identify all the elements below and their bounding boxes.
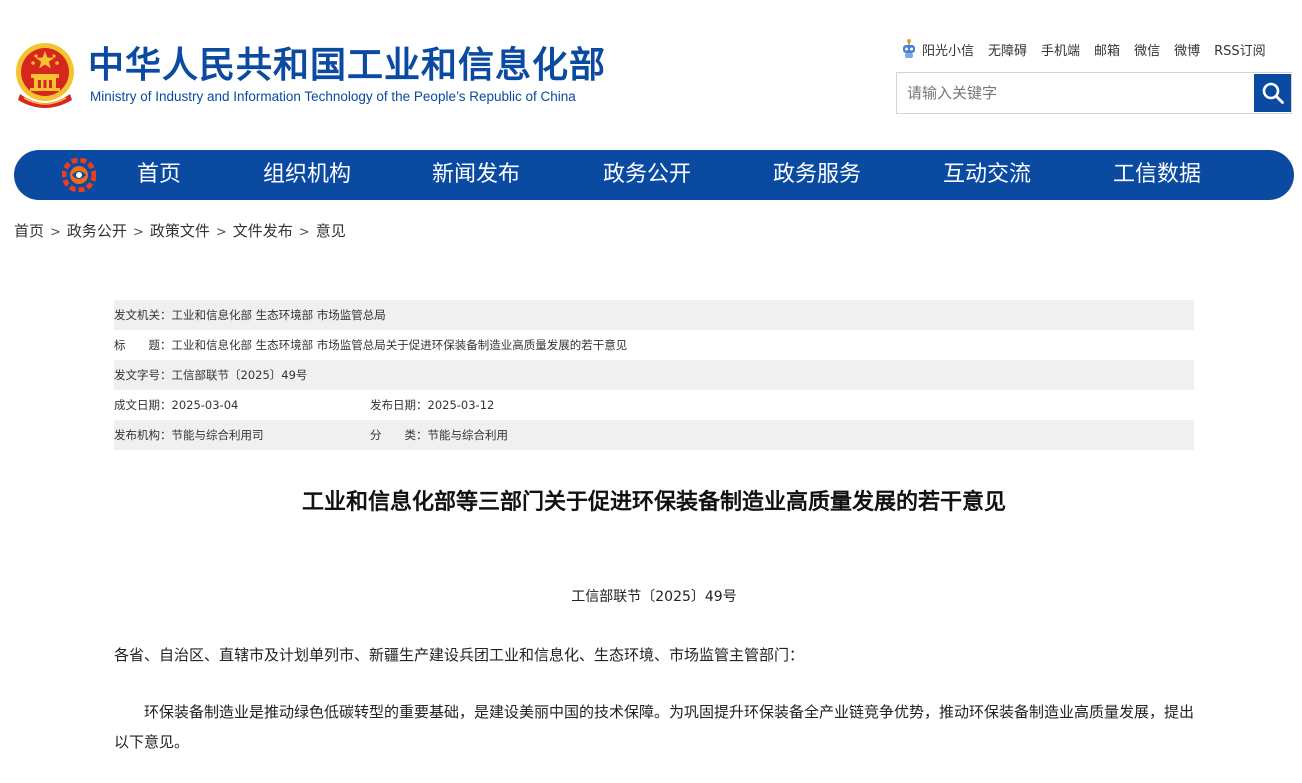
breadcrumb-opinions[interactable]: 意见 <box>316 222 346 240</box>
issuer-label: 发文机关： <box>114 308 172 322</box>
main-nav: 首页 组织机构 新闻发布 政务公开 政务服务 互动交流 工信数据 <box>14 150 1294 200</box>
robot-icon <box>903 39 915 58</box>
quick-link-wechat[interactable]: 微信 <box>1134 40 1160 59</box>
nav-home[interactable]: 首页 <box>137 150 181 200</box>
document-info-table: 发文机关：工业和信息化部 生态环境部 市场监管总局 标 题：工业和信息化部 生态… <box>114 300 1194 450</box>
article-intro-paragraph: 环保装备制造业是推动绿色低碳转型的重要基础，是建设美丽中国的技术保障。为巩固提升… <box>114 703 1195 751</box>
national-emblem-icon <box>16 43 74 108</box>
category-label: 分 类： <box>370 428 428 442</box>
article-title: 工业和信息化部等三部门关于促进环保装备制造业高质量发展的若干意见 <box>301 490 1006 515</box>
nav-interaction[interactable]: 互动交流 <box>943 150 1031 200</box>
info-row-dates: 成文日期：2025-03-04 发布日期：2025-03-12 <box>114 390 1194 420</box>
created-date-label: 成文日期： <box>114 398 172 412</box>
quick-link-mobile[interactable]: 手机端 <box>1041 40 1080 59</box>
category-value: 节能与综合利用 <box>427 428 509 442</box>
site-subtitle: Ministry of Industry and Information Tec… <box>90 89 576 104</box>
search-box <box>896 72 1292 114</box>
title-label: 标 题： <box>114 338 172 352</box>
site-header: 中华人民共和国工业和信息化部 Ministry of Industry and … <box>0 0 1302 150</box>
article-doc-number: 工信部联节〔2025〕49号 <box>571 589 737 605</box>
search-icon <box>1262 82 1284 104</box>
quick-links: 阳光小信 无障碍 手机端 邮箱 微信 微博 RSS订阅 <box>900 38 1266 60</box>
breadcrumb-separator: > <box>132 225 144 240</box>
nav-government-services[interactable]: 政务服务 <box>773 150 861 200</box>
published-date-value: 2025-03-12 <box>427 398 495 412</box>
nav-news[interactable]: 新闻发布 <box>432 150 520 200</box>
issuer-value: 工业和信息化部 生态环境部 市场监管总局 <box>171 308 386 322</box>
nav-organization[interactable]: 组织机构 <box>263 150 351 200</box>
created-date-value: 2025-03-04 <box>171 398 239 412</box>
info-row-title: 标 题：工业和信息化部 生态环境部 市场监管总局关于促进环保装备制造业高质量发展… <box>114 330 1194 360</box>
breadcrumb-home[interactable]: 首页 <box>14 222 44 240</box>
agency-value: 节能与综合利用司 <box>171 428 264 442</box>
breadcrumb-government-affairs[interactable]: 政务公开 <box>67 222 127 240</box>
doc-number-value: 工信部联节〔2025〕49号 <box>171 368 308 382</box>
breadcrumb-separator: > <box>215 225 227 240</box>
breadcrumb-separator: > <box>50 225 61 240</box>
breadcrumb-file-release[interactable]: 文件发布 <box>233 222 293 240</box>
article-addressee: 各省、自治区、直辖市及计划单列市、新疆生产建设兵团工业和信息化、生态环境、市场监… <box>114 646 805 664</box>
doc-number-label: 发文字号： <box>114 368 172 382</box>
breadcrumb: 首页 > 政务公开 > 政策文件 > 文件发布 > 意见 <box>14 220 346 241</box>
info-row-doc-number: 发文字号：工信部联节〔2025〕49号 <box>114 360 1194 390</box>
nav-government-affairs[interactable]: 政务公开 <box>603 150 691 200</box>
quick-link-sunshine[interactable]: 阳光小信 <box>922 40 974 59</box>
miit-logo-icon <box>62 158 96 192</box>
agency-label: 发布机构： <box>114 428 172 442</box>
published-date-label: 发布日期： <box>370 398 428 412</box>
quick-link-accessibility[interactable]: 无障碍 <box>988 40 1027 59</box>
search-button[interactable] <box>1254 74 1291 112</box>
title-value: 工业和信息化部 生态环境部 市场监管总局关于促进环保装备制造业高质量发展的若干意… <box>171 338 628 352</box>
info-row-agency: 发布机构：节能与综合利用司 分 类：节能与综合利用 <box>114 420 1194 450</box>
quick-link-rss[interactable]: RSS订阅 <box>1214 40 1266 59</box>
breadcrumb-policy-files[interactable]: 政策文件 <box>150 222 210 240</box>
search-input[interactable] <box>897 73 1249 113</box>
info-row-issuer: 发文机关：工业和信息化部 生态环境部 市场监管总局 <box>114 300 1194 330</box>
quick-link-weibo[interactable]: 微博 <box>1174 40 1200 59</box>
quick-link-mailbox[interactable]: 邮箱 <box>1094 40 1120 59</box>
nav-data[interactable]: 工信数据 <box>1113 150 1201 200</box>
site-title: 中华人民共和国工业和信息化部 <box>88 45 607 86</box>
breadcrumb-separator: > <box>298 225 310 240</box>
